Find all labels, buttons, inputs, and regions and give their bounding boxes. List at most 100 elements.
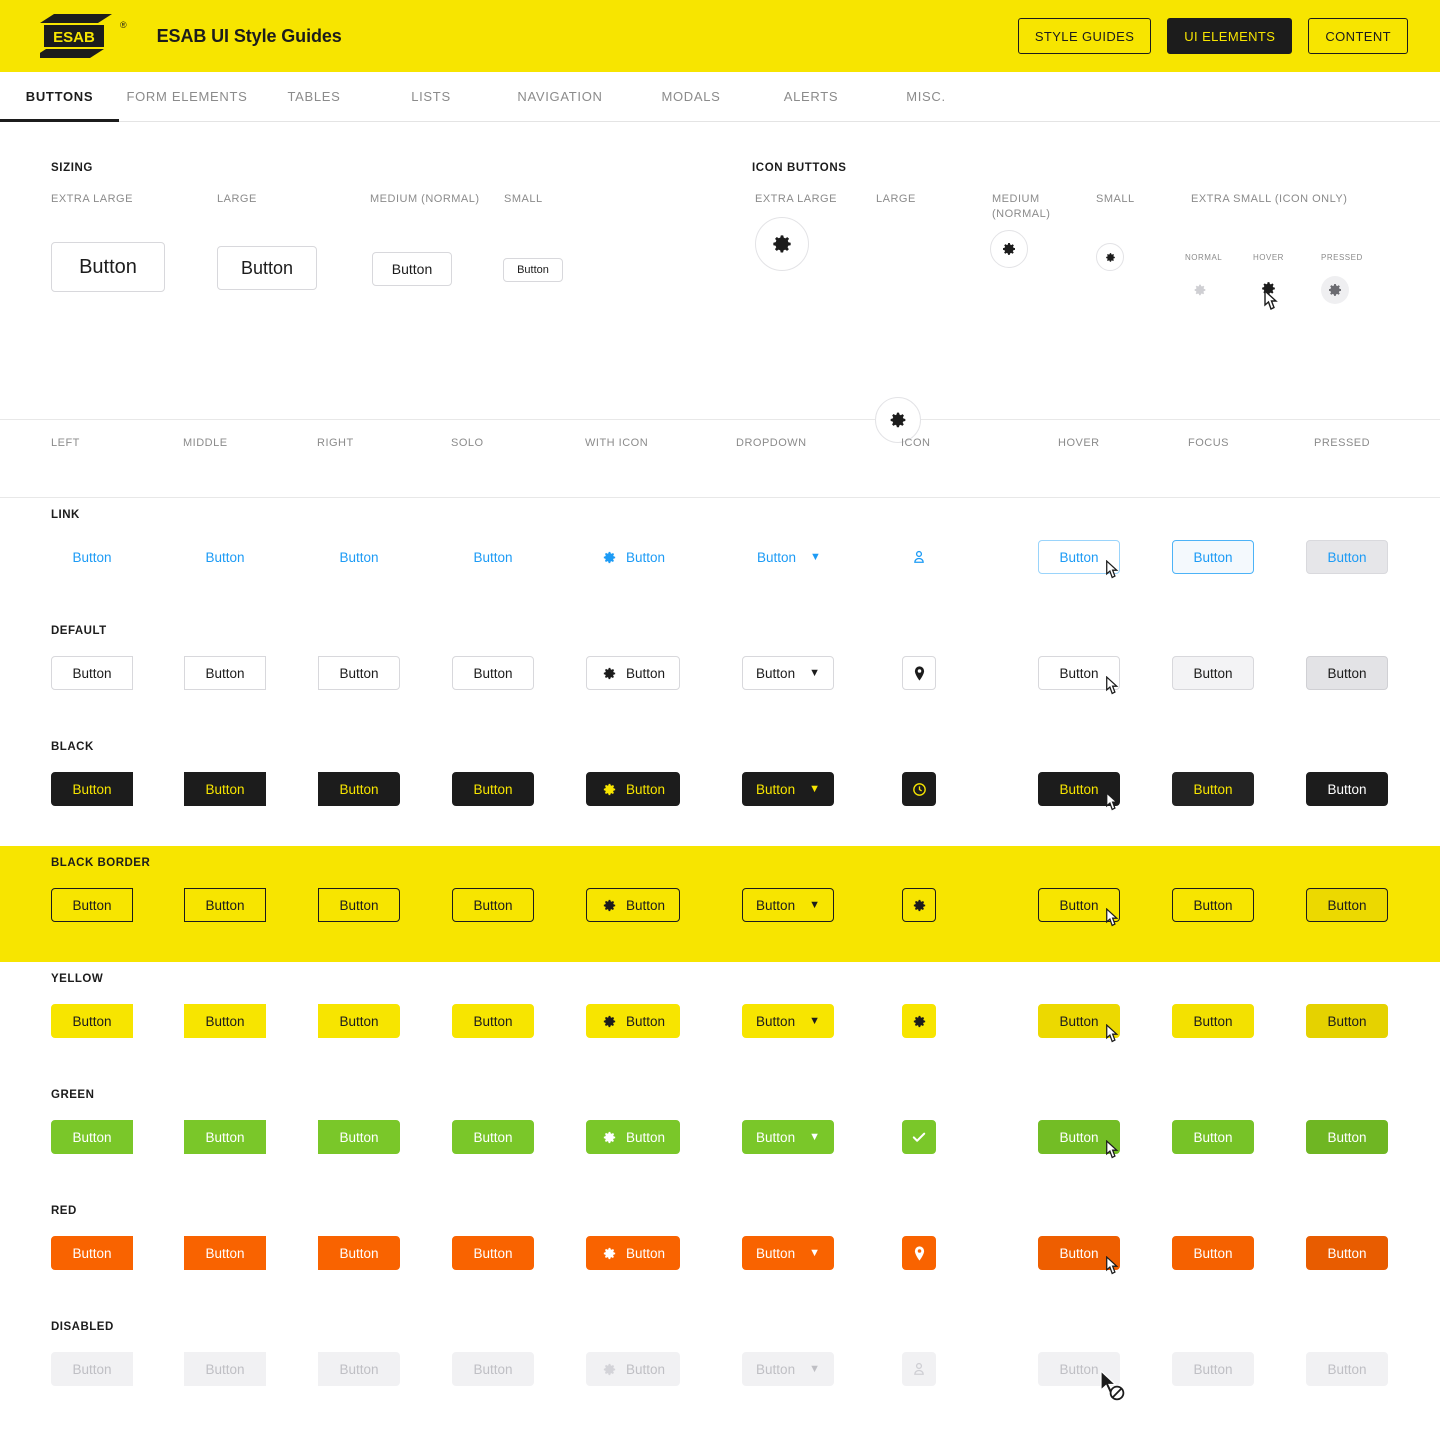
red-button-hover[interactable]: Button bbox=[1038, 1236, 1120, 1270]
sizing-button-medium[interactable]: Button bbox=[372, 252, 452, 286]
link-button-with-icon[interactable]: Button bbox=[586, 540, 680, 574]
green-button-icon[interactable] bbox=[902, 1120, 936, 1154]
green-button-middle[interactable]: Button bbox=[184, 1120, 266, 1154]
column-header-left: LEFT bbox=[51, 437, 80, 449]
red-button-right[interactable]: Button bbox=[318, 1236, 400, 1270]
default-button-right[interactable]: Button bbox=[318, 656, 400, 690]
black-border-button-focus[interactable]: Button bbox=[1172, 888, 1254, 922]
tab-modals[interactable]: MODALS bbox=[631, 72, 751, 121]
default-button-solo[interactable]: Button bbox=[452, 656, 534, 690]
header-button-style-guides[interactable]: STYLE GUIDES bbox=[1017, 18, 1152, 54]
default-button-with-icon[interactable]: Button bbox=[586, 656, 681, 690]
default-button-left[interactable]: Button bbox=[51, 656, 133, 690]
black-button-dropdown[interactable]: Button ▼ bbox=[742, 772, 834, 806]
tab-misc[interactable]: MISC. bbox=[871, 72, 981, 121]
green-button-pressed[interactable]: Button bbox=[1306, 1120, 1388, 1154]
black-border-button-with-icon[interactable]: Button bbox=[586, 888, 681, 922]
green-button-focus[interactable]: Button bbox=[1172, 1120, 1254, 1154]
button-text: Button bbox=[756, 897, 796, 913]
link-button-hover[interactable]: Button bbox=[1038, 540, 1120, 574]
tab-tables[interactable]: TABLES bbox=[255, 72, 373, 121]
default-button-icon[interactable] bbox=[902, 656, 936, 690]
row-label-link: LINK bbox=[51, 509, 80, 521]
black-button-focus[interactable]: Button bbox=[1172, 772, 1254, 806]
link-button-left[interactable]: Button bbox=[51, 540, 133, 574]
default-button-pressed[interactable]: Button bbox=[1306, 656, 1388, 690]
green-button-with-icon[interactable]: Button bbox=[586, 1120, 681, 1154]
yellow-button-hover[interactable]: Button bbox=[1038, 1004, 1120, 1038]
black-button-right[interactable]: Button bbox=[318, 772, 400, 806]
black-button-left[interactable]: Button bbox=[51, 772, 133, 806]
black-button-icon[interactable] bbox=[902, 772, 936, 806]
icon-button-small[interactable] bbox=[1096, 243, 1124, 271]
default-button-middle[interactable]: Button bbox=[184, 656, 266, 690]
red-button-focus[interactable]: Button bbox=[1172, 1236, 1254, 1270]
red-button-left[interactable]: Button bbox=[51, 1236, 133, 1270]
yellow-button-right[interactable]: Button bbox=[318, 1004, 400, 1038]
column-header-focus: FOCUS bbox=[1188, 437, 1229, 449]
yellow-button-dropdown[interactable]: Button ▼ bbox=[742, 1004, 834, 1038]
black-border-button-pressed[interactable]: Button bbox=[1306, 888, 1388, 922]
row-label-green: GREEN bbox=[51, 1089, 95, 1101]
black-border-button-solo[interactable]: Button bbox=[452, 888, 534, 922]
black-border-button-icon[interactable] bbox=[902, 888, 936, 922]
black-border-button-right[interactable]: Button bbox=[318, 888, 400, 922]
link-button-focus[interactable]: Button bbox=[1172, 540, 1254, 574]
icon-button-medium[interactable] bbox=[990, 230, 1028, 268]
tab-navigation[interactable]: NAVIGATION bbox=[489, 72, 631, 121]
black-border-button-dropdown[interactable]: Button ▼ bbox=[742, 888, 834, 922]
icon-button-extra-large[interactable] bbox=[755, 217, 809, 271]
black-button-pressed[interactable]: Button bbox=[1306, 772, 1388, 806]
sizing-button-extra-large[interactable]: Button bbox=[51, 242, 165, 292]
yellow-button-with-icon[interactable]: Button bbox=[586, 1004, 681, 1038]
header-button-ui-elements[interactable]: UI ELEMENTS bbox=[1167, 18, 1293, 54]
black-border-button-left[interactable]: Button bbox=[51, 888, 133, 922]
black-button-hover[interactable]: Button bbox=[1038, 772, 1120, 806]
green-button-hover[interactable]: Button bbox=[1038, 1120, 1120, 1154]
yellow-button-middle[interactable]: Button bbox=[184, 1004, 266, 1038]
red-button-solo[interactable]: Button bbox=[452, 1236, 534, 1270]
tab-lists[interactable]: LISTS bbox=[373, 72, 489, 121]
link-button-pressed[interactable]: Button bbox=[1306, 540, 1388, 574]
red-button-icon[interactable] bbox=[902, 1236, 936, 1270]
gear-icon bbox=[913, 1015, 925, 1027]
red-button-middle[interactable]: Button bbox=[184, 1236, 266, 1270]
link-button-dropdown[interactable]: Button ▼ bbox=[742, 540, 836, 574]
green-button-left[interactable]: Button bbox=[51, 1120, 133, 1154]
link-button-solo[interactable]: Button bbox=[452, 540, 534, 574]
icon-only-hover[interactable] bbox=[1255, 275, 1281, 301]
black-button-solo[interactable]: Button bbox=[452, 772, 534, 806]
default-button-dropdown[interactable]: Button ▼ bbox=[742, 656, 834, 690]
default-button-focus[interactable]: Button bbox=[1172, 656, 1254, 690]
header-button-content[interactable]: CONTENT bbox=[1308, 18, 1408, 54]
sizing-button-small[interactable]: Button bbox=[503, 258, 563, 282]
yellow-button-solo[interactable]: Button bbox=[452, 1004, 534, 1038]
link-button-right[interactable]: Button bbox=[318, 540, 400, 574]
default-button-hover[interactable]: Button bbox=[1038, 656, 1120, 690]
icon-buttons-label-extra-small: EXTRA SMALL (ICON ONLY) bbox=[1191, 193, 1348, 205]
tab-alerts[interactable]: ALERTS bbox=[751, 72, 871, 121]
tab-buttons[interactable]: BUTTONS bbox=[0, 72, 119, 122]
green-button-dropdown[interactable]: Button ▼ bbox=[742, 1120, 834, 1154]
yellow-button-focus[interactable]: Button bbox=[1172, 1004, 1254, 1038]
yellow-button-pressed[interactable]: Button bbox=[1306, 1004, 1388, 1038]
green-button-solo[interactable]: Button bbox=[452, 1120, 534, 1154]
tab-form-elements[interactable]: FORM ELEMENTS bbox=[119, 72, 255, 121]
red-button-with-icon[interactable]: Button bbox=[586, 1236, 681, 1270]
row-default: DEFAULT Button Button Button Button Butt… bbox=[0, 614, 1440, 730]
black-button-middle[interactable]: Button bbox=[184, 772, 266, 806]
red-button-pressed[interactable]: Button bbox=[1306, 1236, 1388, 1270]
black-button-with-icon[interactable]: Button bbox=[586, 772, 681, 806]
link-button-icon[interactable] bbox=[902, 540, 936, 574]
black-border-button-hover[interactable]: Button bbox=[1038, 888, 1120, 922]
black-border-button-middle[interactable]: Button bbox=[184, 888, 266, 922]
sizing-label-small: SMALL bbox=[504, 193, 543, 205]
red-button-dropdown[interactable]: Button ▼ bbox=[742, 1236, 834, 1270]
icon-only-pressed[interactable] bbox=[1321, 276, 1349, 304]
icon-only-normal[interactable] bbox=[1187, 277, 1213, 303]
link-button-middle[interactable]: Button bbox=[184, 540, 266, 574]
green-button-right[interactable]: Button bbox=[318, 1120, 400, 1154]
yellow-button-icon[interactable] bbox=[902, 1004, 936, 1038]
sizing-button-large[interactable]: Button bbox=[217, 246, 317, 290]
yellow-button-left[interactable]: Button bbox=[51, 1004, 133, 1038]
